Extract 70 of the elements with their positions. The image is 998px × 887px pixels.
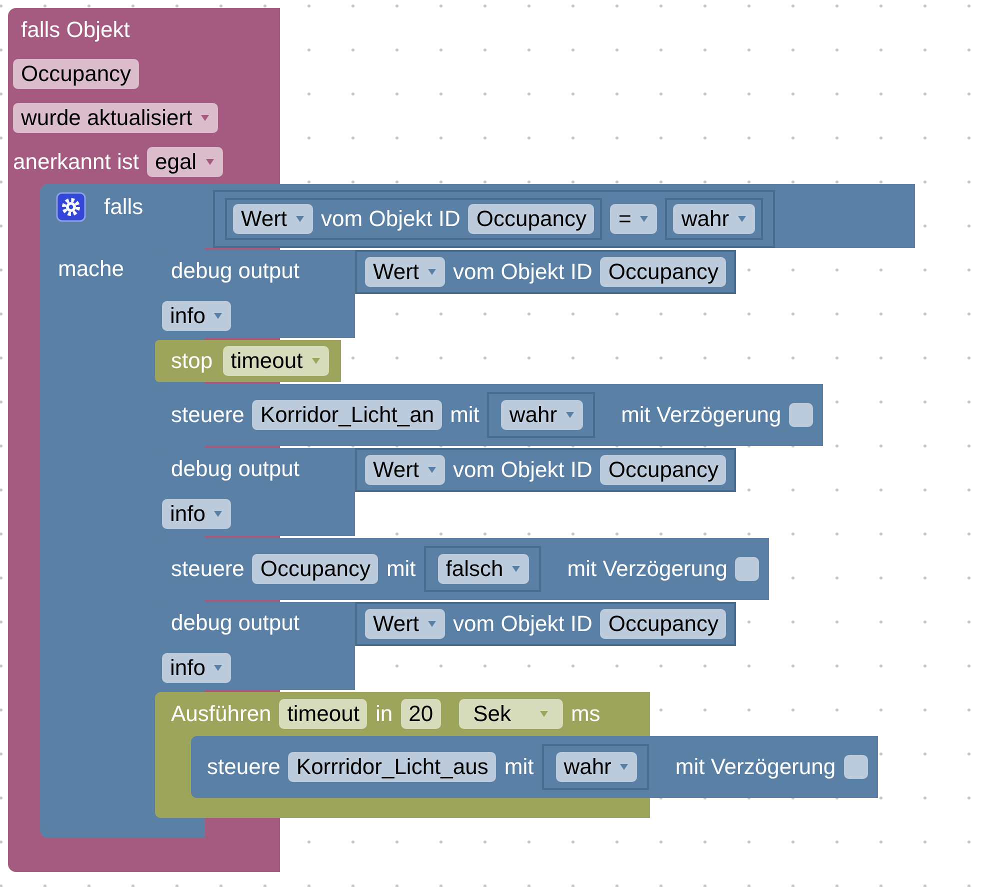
- object-field[interactable]: Occupancy: [468, 204, 594, 234]
- block-label: steuere: [171, 402, 244, 428]
- object-field[interactable]: Occupancy: [600, 455, 726, 485]
- severity-dropdown[interactable]: info: [162, 499, 232, 529]
- value-dropdown[interactable]: Wert: [365, 455, 446, 485]
- ack-dropdown[interactable]: egal: [146, 147, 223, 177]
- block-label: vom Objekt ID: [453, 457, 592, 483]
- block-label: steuere: [171, 556, 244, 582]
- boolean-dropdown[interactable]: wahr: [673, 204, 756, 234]
- boolean-dropdown[interactable]: wahr: [556, 752, 638, 782]
- timer-dropdown[interactable]: timeout: [222, 346, 329, 376]
- value-dropdown[interactable]: Wert: [233, 204, 314, 234]
- caret-icon: [427, 466, 438, 474]
- caret-icon: [204, 158, 215, 166]
- object-field[interactable]: Occupancy: [600, 257, 726, 287]
- block-label: Ausführen: [171, 701, 272, 727]
- caret-icon: [538, 710, 549, 718]
- caret-icon: [427, 268, 438, 276]
- block-label: ms: [570, 701, 600, 727]
- block-label: vom Objekt ID: [453, 611, 592, 637]
- boolean-dropdown[interactable]: falsch: [438, 554, 530, 584]
- value-dropdown[interactable]: Wert: [365, 257, 446, 287]
- gear-icon[interactable]: [56, 192, 86, 222]
- caret-icon: [213, 312, 224, 320]
- block-label: mit Verzögerung: [675, 754, 836, 780]
- block-label: mit: [450, 402, 480, 428]
- block-label: mache: [58, 256, 124, 281]
- caret-icon: [213, 664, 224, 672]
- caret-icon: [619, 763, 630, 771]
- block-label: mit Verzögerung: [567, 556, 728, 582]
- number-field[interactable]: 20: [400, 699, 442, 729]
- object-field[interactable]: Occupancy: [252, 554, 378, 584]
- operator-dropdown[interactable]: =: [610, 204, 658, 234]
- block-label: anerkannt ist: [13, 149, 139, 175]
- delay-checkbox[interactable]: [789, 403, 814, 427]
- severity-dropdown[interactable]: info: [162, 301, 232, 331]
- caret-icon: [310, 357, 321, 365]
- timer-field[interactable]: timeout: [279, 699, 368, 729]
- block-label: mit: [504, 754, 534, 780]
- caret-icon: [639, 215, 650, 223]
- delay-checkbox[interactable]: [735, 557, 760, 581]
- block-label: falls Objekt: [20, 17, 130, 43]
- object-field[interactable]: Occupancy: [13, 59, 140, 89]
- delay-checkbox[interactable]: [844, 755, 868, 779]
- caret-icon: [511, 565, 522, 573]
- block-label: mit Verzögerung: [621, 402, 782, 428]
- block-label: stop: [171, 348, 213, 374]
- caret-icon: [213, 510, 224, 518]
- block-label: vom Objekt ID: [453, 259, 592, 285]
- block-label: mit: [386, 556, 416, 582]
- block-label: steuere: [207, 754, 280, 780]
- block-label: debug output: [170, 609, 300, 636]
- caret-icon: [427, 620, 438, 628]
- caret-icon: [565, 411, 576, 419]
- severity-dropdown[interactable]: info: [162, 653, 232, 683]
- caret-icon: [295, 215, 306, 223]
- caret-icon: [737, 215, 748, 223]
- block-label: vom Objekt ID: [321, 206, 460, 232]
- block-label: falls: [104, 194, 144, 220]
- block-label: debug output: [170, 257, 300, 284]
- object-field[interactable]: Korridor_Licht_an: [252, 400, 442, 430]
- object-field[interactable]: Korrridor_Licht_aus: [288, 752, 496, 782]
- block-label: debug output: [170, 455, 300, 482]
- trigger-dropdown[interactable]: wurde aktualisiert: [13, 103, 218, 133]
- caret-icon: [200, 114, 210, 122]
- unit-dropdown[interactable]: Sek: [459, 699, 563, 729]
- object-field[interactable]: Occupancy: [600, 609, 726, 639]
- value-dropdown[interactable]: Wert: [365, 609, 446, 639]
- block-label: in: [375, 701, 393, 727]
- boolean-dropdown[interactable]: wahr: [501, 400, 584, 430]
